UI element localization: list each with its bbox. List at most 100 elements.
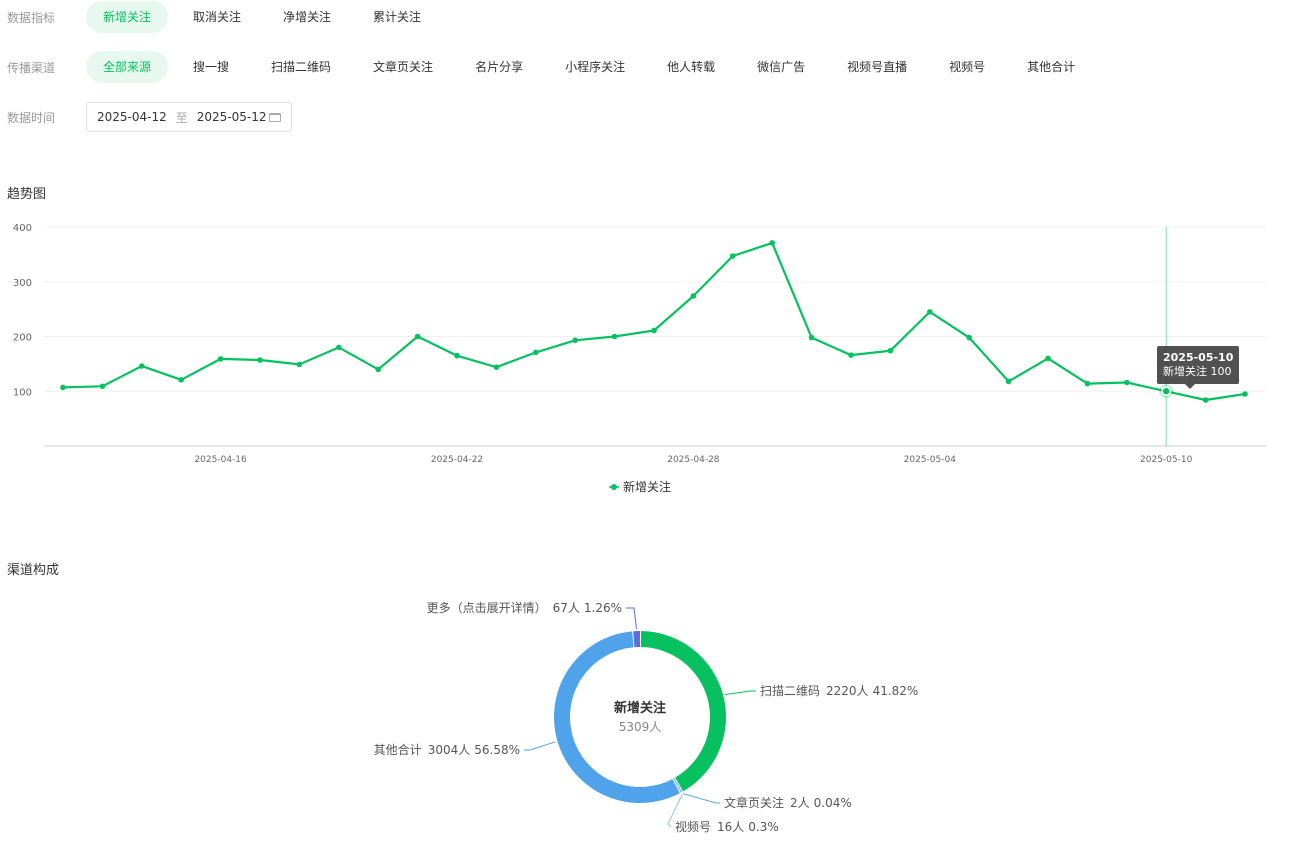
channel-option-3[interactable]: 文章页关注: [356, 51, 450, 83]
data-point[interactable]: [1124, 379, 1130, 386]
donut-center-title: 新增关注: [614, 700, 666, 716]
channel-option-7[interactable]: 微信广告: [740, 51, 822, 83]
y-tick-label: 100: [13, 387, 32, 398]
slice-label[interactable]: 更多（点击展开详情） 67人 1.26%: [427, 600, 622, 615]
data-point[interactable]: [1045, 355, 1051, 362]
date-start[interactable]: 2025-04-12: [97, 110, 167, 124]
data-point[interactable]: [454, 352, 460, 359]
metric-option-3[interactable]: 累计关注: [356, 1, 438, 33]
data-point[interactable]: [690, 293, 697, 299]
trend-line-chart[interactable]: 100 200 300 400 2025-04-16 2025-04-22 2025-04-…: [0, 205, 1296, 505]
slice-label-name: 视频号: [675, 819, 711, 834]
data-point[interactable]: [99, 383, 106, 390]
data-point[interactable]: [730, 253, 736, 259]
channel-option-9[interactable]: 视频号: [932, 51, 1002, 83]
metric-option-2[interactable]: 净增关注: [266, 1, 348, 33]
donut-slice[interactable]: [553, 631, 680, 803]
slice-leader-line: [683, 793, 720, 804]
y-tick-label: 200: [13, 333, 32, 344]
x-tick-label: 2025-05-04: [904, 455, 957, 465]
slice-label-name: 扫描二维码: [760, 684, 820, 698]
x-tick-label: 2025-04-16: [194, 455, 247, 465]
date-filter-label: 数据时间: [7, 110, 56, 125]
x-tick-label: 2025-05-10: [1140, 455, 1193, 465]
date-range-picker[interactable]: 2025-04-12 至 2025-05-12: [86, 102, 292, 132]
x-tick-label: 2025-04-22: [431, 455, 483, 465]
data-point[interactable]: [336, 344, 342, 351]
slice-leader-line: [725, 690, 756, 696]
slice-label-percent: 0.3%: [748, 820, 779, 834]
data-point[interactable]: [257, 357, 263, 363]
data-point[interactable]: [217, 356, 224, 362]
slice-label-name: 文章页关注: [724, 795, 784, 810]
slice-label-percent: 0.04%: [814, 796, 852, 810]
slice-label-name: 更多（点击展开详情）: [427, 600, 547, 615]
trend-title: 趋势图: [7, 187, 47, 202]
channel-option-1[interactable]: 搜一搜: [176, 51, 246, 83]
slice-leader-line: [626, 607, 638, 630]
y-tick-label: 400: [13, 223, 32, 234]
date-filter-row: 数据时间 2025-04-12 至 2025-05-12: [0, 102, 292, 132]
channel-option-4[interactable]: 名片分享: [458, 51, 540, 83]
slice-label-count: 67人: [553, 601, 580, 615]
data-point[interactable]: [927, 309, 933, 315]
slice-label-count: 16人: [717, 820, 744, 834]
data-point[interactable]: [1242, 391, 1248, 397]
metric-option-1[interactable]: 取消关注: [176, 1, 258, 33]
data-point[interactable]: [769, 240, 775, 246]
metric-options: 新增关注 取消关注 净增关注 累计关注: [86, 1, 446, 33]
tooltip-series: 新增关注: [1163, 365, 1207, 378]
slice-label[interactable]: 扫描二维码 2220人 41.82%: [760, 684, 918, 698]
channel-option-5[interactable]: 小程序关注: [548, 51, 642, 83]
metric-filter-row: 数据指标 新增关注 取消关注 净增关注 累计关注: [0, 1, 446, 33]
data-point-highlighted[interactable]: [1161, 386, 1171, 396]
composition-title: 渠道构成: [7, 563, 60, 578]
channel-donut-chart[interactable]: 扫描二维码 2220人 41.82% 文章页关注 2人 0.04% 视频号 16人 0.3% 其他…: [0, 581, 1296, 841]
data-point[interactable]: [493, 364, 500, 370]
data-point[interactable]: [178, 376, 184, 383]
data-point[interactable]: [533, 349, 539, 356]
channel-option-8[interactable]: 视频号直播: [830, 51, 924, 83]
data-point[interactable]: [572, 337, 578, 344]
data-point[interactable]: [611, 333, 618, 340]
data-point[interactable]: [651, 327, 657, 334]
slice-label-count: 3004人: [428, 743, 471, 757]
channel-option-10[interactable]: 其他合计: [1010, 51, 1092, 83]
slice-label[interactable]: 文章页关注 2人 0.04%: [724, 795, 852, 810]
tooltip-date: 2025-05-10: [1163, 351, 1234, 364]
data-point[interactable]: [375, 366, 382, 373]
slice-label-name: 其他合计: [374, 742, 422, 757]
data-point[interactable]: [1005, 378, 1012, 385]
data-point[interactable]: [414, 333, 421, 340]
date-end[interactable]: 2025-05-12: [197, 110, 267, 124]
channel-option-0[interactable]: 全部来源: [86, 51, 169, 83]
slice-leader-line: [524, 741, 556, 751]
data-point[interactable]: [60, 384, 66, 391]
metric-filter-label: 数据指标: [7, 10, 56, 25]
y-tick-label: 300: [13, 278, 32, 289]
channel-filter-label: 传播渠道: [7, 60, 56, 75]
series-line-new-follows: [62, 241, 1246, 402]
data-point[interactable]: [848, 352, 854, 358]
data-point[interactable]: [887, 347, 894, 354]
data-point[interactable]: [139, 363, 145, 369]
channel-option-2[interactable]: 扫描二维码: [254, 51, 348, 83]
data-point[interactable]: [296, 361, 303, 368]
slice-label-percent: 56.58%: [474, 743, 520, 757]
channel-option-6[interactable]: 他人转载: [650, 51, 732, 83]
channel-options: 全部来源 搜一搜 扫描二维码 文章页关注 名片分享 小程序关注 他人转载 微信广告 视频号直播视…: [86, 51, 1100, 83]
legend-label[interactable]: 新增关注: [623, 479, 671, 494]
slice-label-count: 2人: [790, 796, 810, 810]
slice-label-count: 2220人: [826, 684, 869, 698]
calendar-icon[interactable]: [269, 112, 281, 122]
tooltip-value: 100: [1210, 365, 1232, 378]
data-point[interactable]: [1202, 397, 1209, 403]
data-point[interactable]: [1084, 380, 1091, 387]
slice-label[interactable]: 视频号 16人 0.3%: [675, 819, 779, 834]
data-point[interactable]: [966, 334, 972, 341]
data-point[interactable]: [808, 334, 815, 341]
metric-option-0[interactable]: 新增关注: [86, 1, 169, 33]
x-tick-label: 2025-04-28: [667, 455, 720, 465]
donut-slice[interactable]: [633, 631, 640, 648]
slice-label[interactable]: 其他合计 3004人 56.58%: [374, 742, 520, 757]
